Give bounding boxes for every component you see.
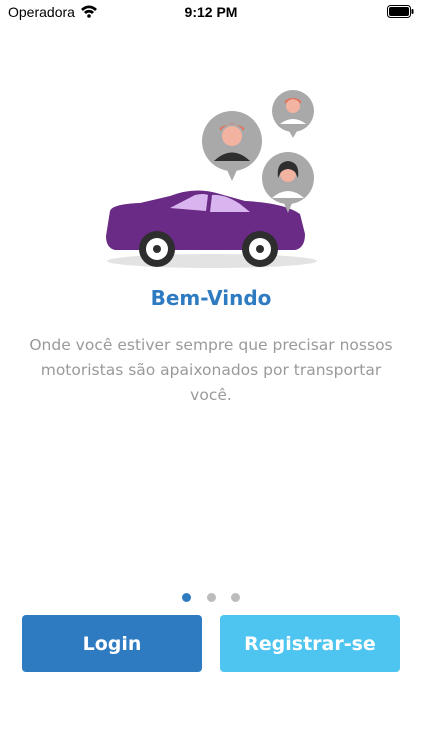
status-bar: Operadora 9:12 PM [0,0,422,26]
page-dot[interactable] [206,593,216,602]
page-dot[interactable] [182,593,192,602]
clock: 9:12 PM [184,4,238,20]
page-indicator[interactable] [0,587,422,602]
register-button[interactable]: Registrar-se [220,615,400,672]
welcome-title: Bem-Vindo [150,286,272,310]
login-button[interactable]: Login [22,615,202,672]
driver-avatar-icon [272,90,314,138]
driver-avatar-icon [202,111,262,181]
page-dot[interactable] [230,593,240,602]
car-illustration [106,90,317,268]
battery-icon [387,5,414,18]
welcome-screen: Operadora 9:12 PM Bem-Vindo Onde você es… [0,0,422,750]
welcome-description: Onde você estiver sempre que precisar no… [29,336,393,404]
